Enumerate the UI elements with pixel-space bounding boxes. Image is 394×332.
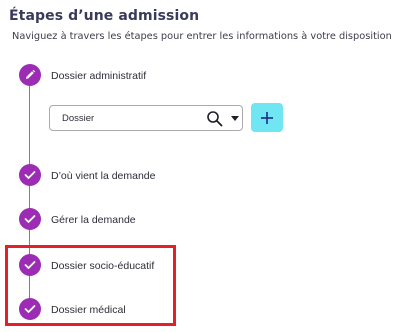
pencil-icon — [26, 69, 36, 79]
page-subtitle: Naviguez à travers les étapes pour entre… — [12, 31, 392, 42]
step-label-origine-demande[interactable]: D’où vient la demande — [51, 170, 155, 182]
plus-icon — [261, 111, 273, 124]
caret-down-icon[interactable] — [231, 116, 239, 122]
check-icon — [24, 215, 36, 223]
dossier-select-value: Dossier — [62, 113, 95, 124]
dossier-select[interactable]: Dossier — [49, 105, 243, 131]
step-label-gerer-demande[interactable]: Gérer la demande — [51, 214, 136, 226]
step-node-dossier-administratif[interactable] — [19, 64, 41, 86]
step-node-origine-demande[interactable] — [19, 164, 41, 186]
step-node-gerer-demande[interactable] — [19, 208, 41, 230]
search-icon[interactable] — [206, 110, 224, 128]
check-icon — [24, 171, 36, 179]
step-label-dossier-administratif[interactable]: Dossier administratif — [51, 70, 146, 82]
page-title: Étapes d’une admission — [9, 8, 200, 24]
highlight-box — [5, 245, 176, 326]
add-button[interactable] — [251, 103, 283, 132]
